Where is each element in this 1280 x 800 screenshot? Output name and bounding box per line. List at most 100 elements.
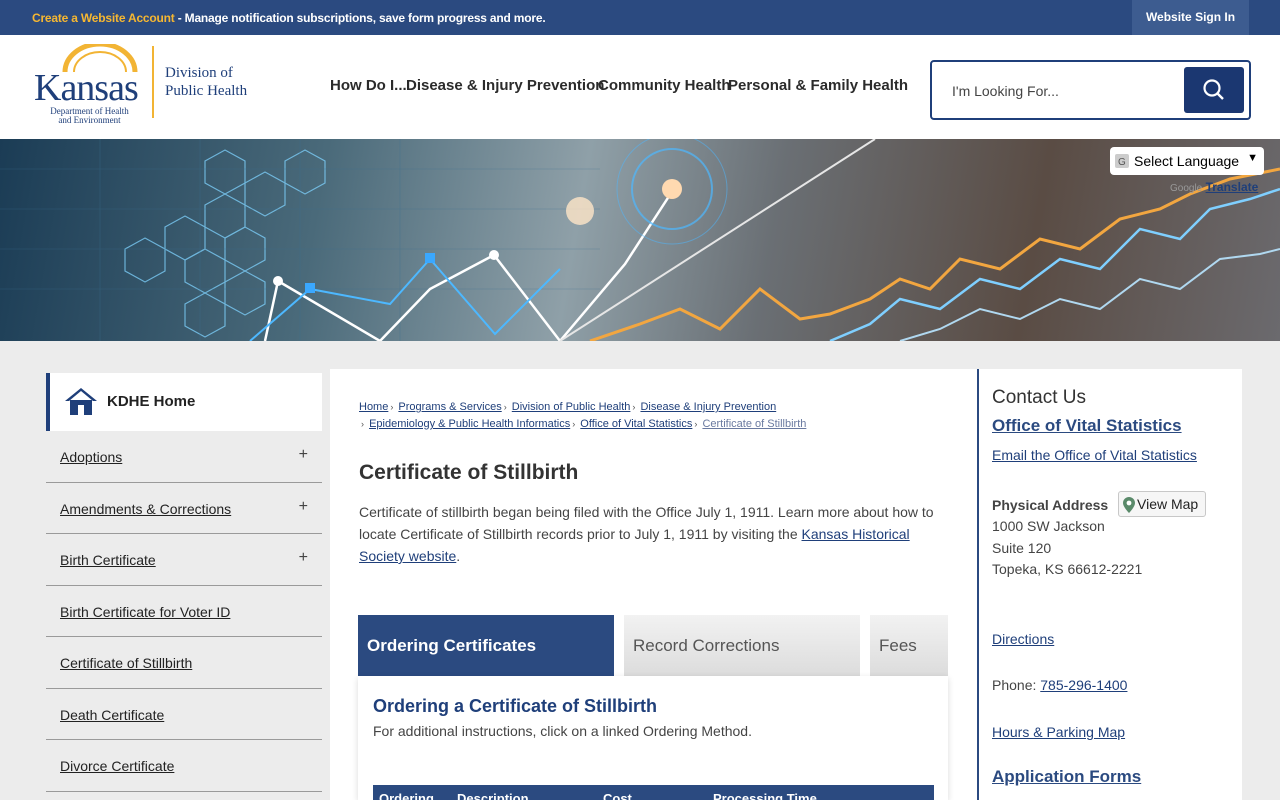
sidebar-item-divorce-certificate[interactable]: Divorce Certificate [46, 740, 322, 792]
directions-link[interactable]: Directions [992, 631, 1054, 647]
view-map-button[interactable]: View Map [1118, 491, 1206, 517]
phone-row: Phone: 785-296-1400 [992, 677, 1127, 693]
expand-icon[interactable]: + [299, 498, 308, 516]
breadcrumb-home[interactable]: Home [359, 401, 388, 413]
sidebar-item-label[interactable]: Amendments & Corrections [60, 501, 231, 517]
sidebar-item-certificate-of-stillbirth[interactable]: Certificate of Stillbirth [46, 637, 322, 689]
health-data-illustration [0, 139, 1280, 341]
tab-panel-ordering: Ordering a Certificate of Stillbirth For… [358, 676, 948, 800]
breadcrumb-disease-injury-prevention[interactable]: Disease & Injury Prevention [640, 401, 776, 413]
intro-end: . [456, 548, 461, 564]
google-translate-icon: G [1115, 154, 1129, 168]
column-header: Processing Time [713, 791, 817, 800]
contact-heading: Contact Us [992, 387, 1086, 408]
powered-by-google: Google Translate [1170, 180, 1258, 194]
nav-personal-family-health[interactable]: Personal & Family Health [728, 77, 908, 94]
ordering-subtext: For additional instructions, click on a … [373, 723, 752, 739]
logo-kdhe-text: Department of Health and Environment [42, 107, 137, 125]
office-link[interactable]: Office of Vital Statistics [992, 416, 1182, 436]
tab-ordering-certificates[interactable]: Ordering Certificates [358, 615, 614, 676]
breadcrumb-separator: › [632, 402, 636, 412]
nav-disease-injury-prevention[interactable]: Disease & Injury Prevention [406, 77, 604, 94]
ordering-table-header: Ordering Description Cost Processing Tim… [373, 785, 934, 800]
hero-banner: G Select Language ▼ Google Translate [0, 139, 1280, 341]
column-header: Cost [603, 791, 632, 800]
search-icon [1203, 79, 1224, 100]
logo-divider [152, 46, 154, 118]
nav-how-do-i[interactable]: How Do I... [330, 77, 407, 94]
sidebar-item-label[interactable]: Divorce Certificate [60, 758, 174, 774]
breadcrumb-separator: › [572, 419, 576, 429]
sidebar-item-label[interactable]: Certificate of Stillbirth [60, 655, 192, 671]
hours-parking-link[interactable]: Hours & Parking Map [992, 724, 1125, 740]
ordering-heading: Ordering a Certificate of Stillbirth [373, 696, 658, 716]
address-label: Physical Address [992, 497, 1109, 513]
main-content: Home › Programs & Services › Division of P… [330, 369, 977, 800]
chevron-down-icon: ▼ [1247, 152, 1258, 164]
phone-label: Phone: [992, 677, 1041, 693]
logo-kansas-text: Kansas [34, 67, 139, 109]
breadcrumb-epidemiology[interactable]: Epidemiology & Public Health Informatics [369, 418, 570, 430]
language-select-label: Select Language [1134, 153, 1240, 169]
section-sidebar-nav: KDHE Home Adoptions + Amendments & Corre… [46, 373, 322, 792]
sidebar-item-birth-certificate-voter-id[interactable]: Birth Certificate for Voter ID [46, 586, 322, 637]
breadcrumb-separator: › [390, 402, 394, 412]
site-search: I'm Looking For... [930, 60, 1251, 120]
breadcrumb-separator: › [503, 402, 507, 412]
google-label: Google [1170, 183, 1203, 194]
website-sign-in-button[interactable]: Website Sign In [1132, 0, 1249, 35]
kdhe-home-link[interactable]: KDHE Home [46, 373, 322, 431]
application-forms-link[interactable]: Application Forms [992, 767, 1141, 787]
kdhe-home-label: KDHE Home [107, 393, 196, 410]
sidebar-item-adoptions[interactable]: Adoptions + [46, 431, 322, 483]
breadcrumb-separator: › [694, 419, 698, 429]
nav-community-health[interactable]: Community Health [598, 77, 731, 94]
breadcrumb-programs-services[interactable]: Programs & Services [398, 401, 501, 413]
tab-record-corrections[interactable]: Record Corrections [624, 615, 860, 676]
view-map-label: View Map [1137, 496, 1199, 512]
svg-text:G: G [1118, 157, 1126, 168]
sidebar-item-label[interactable]: Birth Certificate for Voter ID [60, 604, 230, 620]
logo-division-line1: Division of [165, 65, 233, 81]
logo-kdhe-line2: and Environment [58, 115, 121, 125]
kdhe-logo[interactable]: Kansas Department of Health and Environm… [32, 44, 262, 125]
page-title: Certificate of Stillbirth [359, 461, 579, 484]
expand-icon[interactable]: + [299, 549, 308, 567]
contact-sidebar: Contact Us Office of Vital Statistics Em… [979, 369, 1242, 800]
address-line: Topeka, KS 66612-2221 [992, 561, 1143, 577]
address-block: 1000 SW Jackson Suite 120 Topeka, KS 666… [992, 516, 1142, 581]
breadcrumb: Home › Programs & Services › Division of P… [359, 399, 959, 433]
phone-link[interactable]: 785-296-1400 [1040, 677, 1127, 693]
tab-list: Ordering Certificates Record Corrections… [358, 615, 950, 676]
search-button[interactable] [1184, 67, 1244, 113]
sidebar-item-birth-certificate[interactable]: Birth Certificate + [46, 534, 322, 586]
expand-icon[interactable]: + [299, 446, 308, 464]
search-input[interactable]: I'm Looking For... [952, 83, 1059, 99]
sidebar-item-label[interactable]: Birth Certificate [60, 552, 156, 568]
logo-division-line2: Public Health [165, 83, 248, 99]
sidebar-item-label[interactable]: Death Certificate [60, 707, 164, 723]
column-header: Ordering [379, 791, 434, 800]
language-select[interactable]: G Select Language ▼ [1110, 147, 1264, 175]
breadcrumb-current[interactable]: Certificate of Stillbirth [702, 418, 806, 430]
address-line: Suite 120 [992, 539, 1052, 556]
email-link[interactable]: Email the Office of Vital Statistics [992, 447, 1197, 463]
account-message: Create a Website Account - Manage notifi… [32, 11, 546, 25]
tab-fees[interactable]: Fees [870, 615, 948, 676]
breadcrumb-separator: › [361, 419, 364, 429]
breadcrumb-vital-statistics[interactable]: Office of Vital Statistics [580, 418, 692, 430]
breadcrumb-division-public-health[interactable]: Division of Public Health [512, 401, 631, 413]
intro-paragraph: Certificate of stillbirth began being fi… [359, 501, 957, 567]
logo-division-text: Division of Public Health [165, 64, 247, 100]
utility-bar: Create a Website Account - Manage notifi… [0, 0, 1280, 35]
translate-link[interactable]: Translate [1206, 180, 1259, 194]
sidebar-item-amendments-corrections[interactable]: Amendments & Corrections + [46, 483, 322, 534]
sidebar-item-label[interactable]: Adoptions [60, 449, 122, 465]
sidebar-item-death-certificate[interactable]: Death Certificate [46, 689, 322, 740]
create-account-link[interactable]: Create a Website Account [32, 11, 175, 25]
address-line: 1000 SW Jackson [992, 518, 1105, 534]
site-header: Kansas Department of Health and Environm… [0, 35, 1280, 139]
column-header: Description [457, 791, 529, 800]
map-pin-icon [1123, 497, 1135, 513]
home-icon [65, 388, 97, 415]
